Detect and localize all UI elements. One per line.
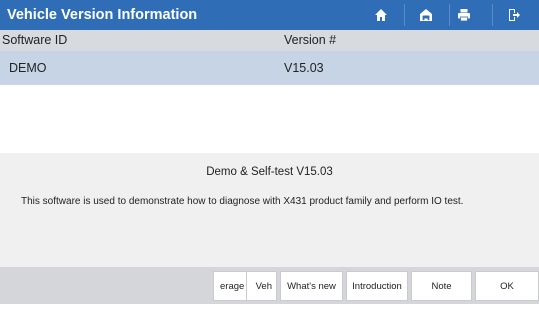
button-bar: erage Veh What's new Introduction Note O…	[0, 267, 539, 304]
print-icon	[458, 9, 470, 22]
software-id-cell: DEMO	[9, 61, 47, 75]
page-title: Vehicle Version Information	[7, 7, 198, 23]
introduction-button[interactable]: Introduction	[346, 271, 408, 301]
column-header-software-id: Software ID	[2, 33, 68, 47]
title-bar: Vehicle Version Information	[0, 0, 539, 30]
ok-button[interactable]: OK	[475, 271, 539, 301]
list-empty-area	[0, 85, 539, 153]
column-header-version: Version #	[284, 33, 337, 47]
description-panel: Demo & Self-test V15.03 This software is…	[0, 153, 539, 267]
vehicle-icon	[420, 9, 432, 21]
coverage-button[interactable]: erage	[213, 271, 247, 301]
exit-icon	[509, 9, 520, 21]
vehicle-info-button[interactable]: Veh	[247, 271, 277, 301]
whats-new-button[interactable]: What's new	[280, 271, 343, 301]
note-button[interactable]: Note	[411, 271, 472, 301]
description-title: Demo & Self-test V15.03	[206, 166, 333, 178]
bottom-strip	[0, 304, 539, 311]
vehicle-button[interactable]	[405, 0, 447, 30]
table-header: Software ID Version #	[0, 30, 539, 51]
home-button[interactable]	[360, 0, 402, 30]
exit-button[interactable]	[493, 0, 535, 30]
print-button[interactable]	[443, 0, 485, 30]
table-row[interactable]: DEMO V15.03	[0, 51, 539, 85]
home-icon	[375, 9, 387, 21]
description-text: This software is used to demonstrate how…	[21, 196, 464, 207]
version-cell: V15.03	[284, 61, 324, 75]
